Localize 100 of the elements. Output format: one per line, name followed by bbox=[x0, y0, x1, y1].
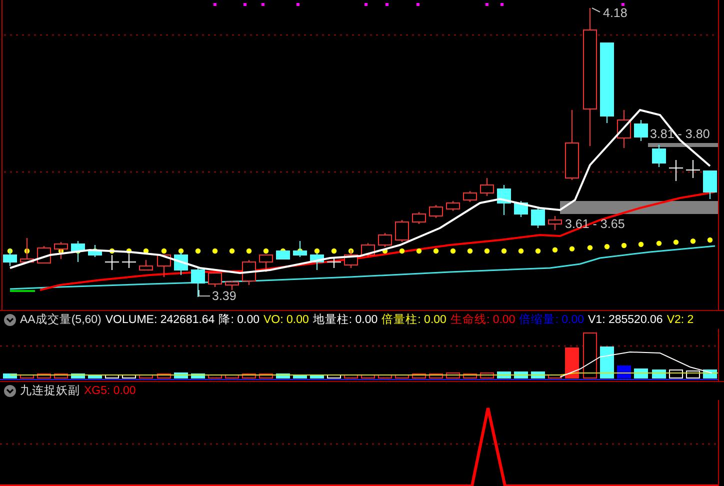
dot-marker bbox=[673, 240, 679, 245]
candlestick bbox=[497, 184, 511, 216]
volume-bar bbox=[583, 332, 597, 378]
indicator-value: 倍缩量: 0.00 bbox=[519, 313, 584, 327]
dot-marker bbox=[109, 248, 115, 254]
candlestick bbox=[104, 254, 120, 270]
candlestick bbox=[617, 110, 631, 148]
indicator-value: 降: 0.00 bbox=[218, 313, 260, 327]
candlestick bbox=[20, 238, 34, 264]
candlestick bbox=[703, 170, 717, 200]
dot-marker bbox=[638, 242, 644, 247]
candlestick bbox=[276, 250, 290, 260]
collapse-icon[interactable] bbox=[4, 385, 16, 397]
indicator-value: VO: 0.00 bbox=[264, 313, 309, 327]
volume-bar bbox=[20, 374, 34, 378]
volume-bar bbox=[71, 374, 85, 378]
dot-marker bbox=[450, 248, 456, 254]
indicator-value: 生命线: 0.00 bbox=[450, 313, 516, 327]
indicator-title: AA成交量(5,60) bbox=[20, 313, 102, 327]
dot-marker bbox=[484, 248, 490, 254]
volume-bar bbox=[652, 370, 666, 378]
price-label: 3.39 bbox=[212, 289, 236, 303]
dot-marker bbox=[24, 248, 30, 254]
volume-bar bbox=[242, 374, 256, 378]
dot-marker bbox=[535, 248, 541, 254]
price-label: 3.81 - 3.80 bbox=[650, 127, 710, 141]
dot-marker bbox=[126, 248, 132, 254]
candlestick bbox=[531, 208, 545, 228]
candlestick bbox=[88, 244, 102, 258]
volume-bar bbox=[361, 374, 375, 378]
candlestick bbox=[652, 144, 666, 168]
volume-bar bbox=[310, 374, 324, 378]
candlestick bbox=[139, 260, 153, 270]
volume-bar bbox=[429, 374, 443, 378]
candlestick bbox=[395, 220, 409, 242]
dot-marker bbox=[587, 245, 593, 250]
indicator-value: V1: 285520.06 bbox=[588, 313, 663, 327]
volume-bar bbox=[37, 374, 51, 378]
candlestick bbox=[310, 252, 324, 270]
candlestick bbox=[71, 240, 85, 262]
candlestick bbox=[344, 250, 358, 268]
dot-marker bbox=[382, 248, 388, 254]
candlestick bbox=[514, 200, 528, 218]
dot-marker bbox=[467, 248, 473, 254]
volume-bar bbox=[276, 374, 290, 378]
volume-bar bbox=[327, 374, 341, 378]
volume-bar bbox=[191, 374, 205, 378]
volume-bar bbox=[378, 374, 392, 378]
dot-marker bbox=[621, 242, 627, 248]
candlestick bbox=[157, 254, 171, 278]
price-label: 3.61 - 3.65 bbox=[565, 217, 625, 231]
volume-bar bbox=[88, 374, 102, 378]
candlestick bbox=[259, 254, 273, 272]
indicator-value: V2: 2 bbox=[666, 313, 694, 327]
dot-marker bbox=[690, 238, 696, 244]
candlestick bbox=[412, 212, 426, 224]
volume-bar bbox=[293, 374, 307, 378]
candlestick bbox=[293, 240, 307, 258]
dot-marker bbox=[501, 248, 507, 254]
volume-bar bbox=[395, 374, 409, 378]
dot-marker bbox=[246, 248, 252, 254]
candlestick bbox=[242, 260, 256, 286]
dot-marker bbox=[229, 248, 235, 254]
candlestick bbox=[565, 110, 579, 180]
price-band bbox=[648, 143, 718, 147]
indicator-title: 九连捉妖副 bbox=[20, 384, 80, 398]
dot-marker bbox=[656, 240, 662, 246]
candlestick bbox=[634, 120, 648, 142]
leader-line bbox=[198, 290, 210, 296]
dot-marker bbox=[518, 248, 524, 254]
volume-bar bbox=[259, 374, 273, 378]
volume-bar bbox=[208, 374, 222, 378]
volume-bar bbox=[344, 374, 358, 378]
candlestick bbox=[686, 160, 700, 178]
candlestick bbox=[191, 268, 205, 298]
candlestick bbox=[548, 216, 562, 230]
dot-marker bbox=[314, 248, 320, 254]
dot-marker bbox=[416, 248, 422, 254]
volume-bar bbox=[548, 374, 562, 378]
dot-marker bbox=[178, 248, 184, 254]
dot-marker bbox=[7, 248, 13, 254]
volume-bar bbox=[174, 372, 188, 378]
candlestick bbox=[326, 258, 342, 268]
candlestick bbox=[208, 272, 222, 288]
collapse-icon[interactable] bbox=[4, 314, 16, 326]
candlestick bbox=[174, 252, 188, 276]
candlestick bbox=[54, 242, 68, 260]
dot-marker bbox=[399, 248, 405, 254]
volume-bar bbox=[225, 374, 239, 378]
indicator-value: 倍量柱: 0.00 bbox=[382, 313, 446, 327]
dot-marker bbox=[604, 244, 610, 250]
volume-bar bbox=[139, 374, 153, 378]
indicator-value: VOLUME: 242681.64 bbox=[105, 313, 215, 327]
candlestick bbox=[446, 200, 460, 212]
dot-marker bbox=[433, 248, 439, 254]
candlestick bbox=[122, 254, 136, 268]
candlestick bbox=[429, 204, 443, 218]
volume-bar bbox=[105, 374, 119, 378]
dot-marker bbox=[195, 248, 201, 254]
volume-bar bbox=[54, 374, 68, 378]
